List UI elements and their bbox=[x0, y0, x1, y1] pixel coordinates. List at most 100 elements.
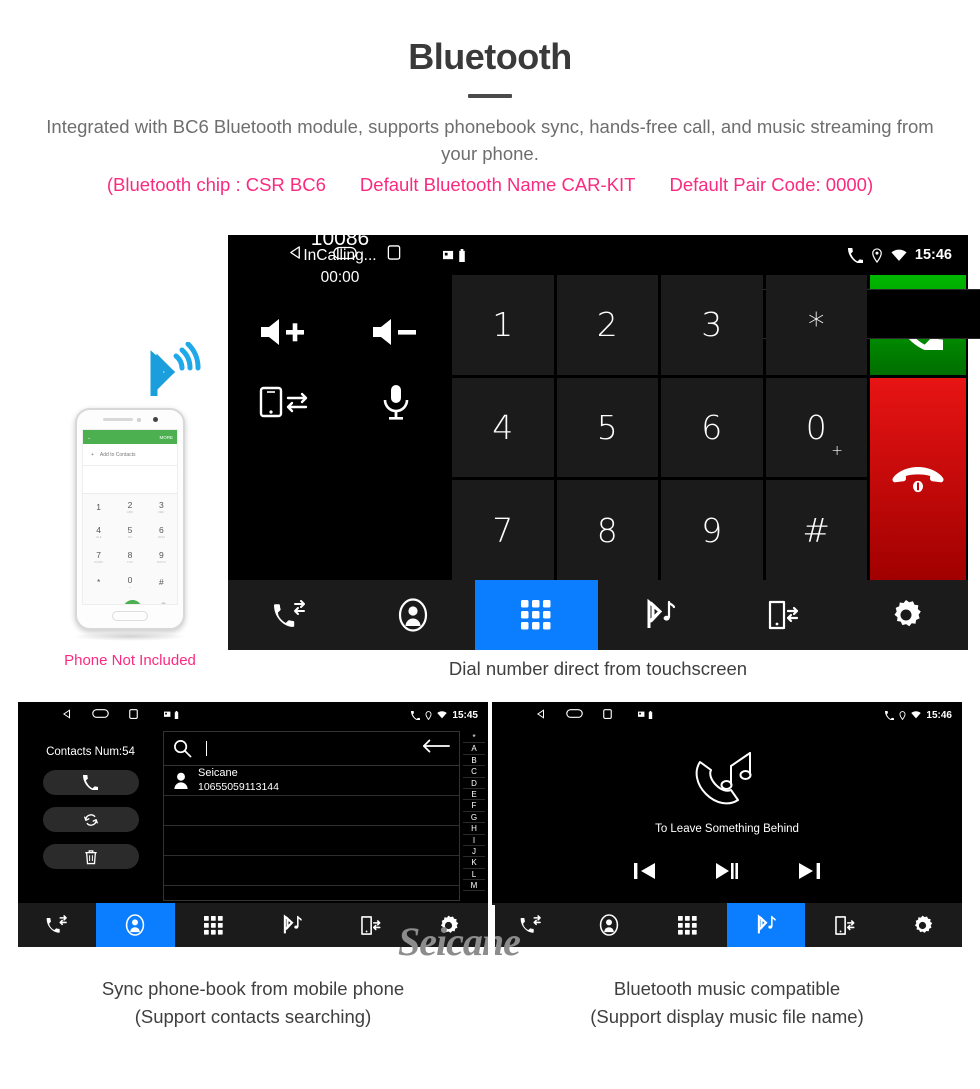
key-label: 4 bbox=[492, 407, 514, 447]
index-letter[interactable]: H bbox=[463, 823, 485, 835]
volume-up-icon[interactable] bbox=[255, 312, 313, 352]
sync-contacts-button[interactable] bbox=[42, 807, 139, 832]
index-letter[interactable]: J bbox=[463, 846, 485, 858]
nav-keypad[interactable] bbox=[175, 903, 253, 947]
nav-contacts[interactable] bbox=[351, 580, 474, 650]
key-5[interactable]: 5 bbox=[556, 377, 658, 478]
nav-bluetooth-music[interactable] bbox=[726, 903, 806, 947]
nav-settings[interactable] bbox=[884, 903, 962, 947]
nav-call-history[interactable] bbox=[228, 580, 351, 650]
index-letter[interactable]: G bbox=[463, 812, 485, 824]
phone-key: 4 GHI bbox=[83, 519, 114, 544]
key-8[interactable]: 8 bbox=[556, 480, 658, 580]
key-3[interactable]: 3 bbox=[661, 275, 763, 375]
phone-add-contact-row: + Add to Contacts bbox=[83, 444, 177, 466]
back-icon[interactable] bbox=[62, 708, 72, 722]
contacts-list-item[interactable]: Seicane 10655059113144 bbox=[164, 766, 459, 796]
nav-contacts[interactable] bbox=[570, 903, 648, 947]
phone-home-area bbox=[77, 605, 183, 627]
microphone-icon[interactable] bbox=[367, 382, 425, 422]
prev-icon[interactable] bbox=[634, 861, 656, 886]
wifi-icon bbox=[911, 711, 922, 719]
back-icon[interactable] bbox=[536, 708, 546, 722]
index-letter[interactable]: K bbox=[463, 857, 485, 869]
key-star[interactable]: * bbox=[765, 275, 867, 375]
contacts-list-item-empty[interactable] bbox=[164, 826, 459, 856]
recents-icon[interactable] bbox=[129, 708, 138, 722]
music-transport-controls[interactable] bbox=[634, 861, 820, 886]
index-letter[interactable]: D bbox=[463, 778, 485, 789]
end-call-button[interactable] bbox=[870, 377, 966, 580]
nav-call-history[interactable] bbox=[18, 903, 96, 947]
key-label: 9 bbox=[701, 510, 723, 550]
nav-phone-sync[interactable] bbox=[331, 903, 409, 947]
music-bottom-nav[interactable] bbox=[492, 903, 962, 947]
sdcard-icon bbox=[638, 711, 645, 717]
contacts-search-row[interactable] bbox=[164, 732, 459, 766]
contact-avatar-icon bbox=[174, 772, 188, 789]
contacts-list-item-empty[interactable] bbox=[164, 796, 459, 826]
index-letter[interactable]: I bbox=[463, 835, 485, 846]
play-pause-icon[interactable] bbox=[716, 861, 738, 886]
contact-number: 10655059113144 bbox=[198, 780, 279, 793]
delete-contacts-button[interactable] bbox=[42, 844, 139, 869]
key-label: 8 bbox=[596, 510, 618, 550]
home-icon[interactable] bbox=[333, 246, 357, 265]
alphabet-index[interactable]: * A B C D E F G H I J K L M bbox=[463, 732, 485, 892]
back-icon[interactable] bbox=[288, 245, 303, 265]
nav-contacts[interactable] bbox=[96, 903, 175, 947]
index-letter[interactable]: C bbox=[463, 766, 485, 778]
key-hash[interactable]: # bbox=[765, 480, 867, 580]
key-7[interactable]: 7 bbox=[452, 480, 554, 580]
contacts-actions: Contacts Num:54 bbox=[18, 728, 163, 903]
contacts-list-item-empty[interactable] bbox=[164, 856, 459, 886]
phone-key-label: 9 bbox=[158, 549, 164, 560]
home-icon[interactable] bbox=[566, 709, 583, 721]
index-letter[interactable]: * bbox=[463, 732, 485, 744]
phone-action-row bbox=[83, 594, 177, 604]
phone-key-sub: ABC bbox=[126, 509, 134, 514]
index-letter[interactable]: M bbox=[463, 880, 485, 892]
key-0[interactable]: 0 + bbox=[765, 377, 867, 478]
key-6[interactable]: 6 bbox=[661, 377, 763, 478]
key-9[interactable]: 9 bbox=[661, 480, 763, 580]
bottom-nav-bar[interactable] bbox=[228, 580, 968, 650]
recents-icon[interactable] bbox=[387, 245, 401, 265]
index-letter[interactable]: B bbox=[463, 755, 485, 767]
contacts-nav-buttons[interactable] bbox=[28, 708, 179, 722]
volume-down-icon[interactable] bbox=[367, 312, 425, 352]
index-letter[interactable]: L bbox=[463, 869, 485, 881]
music-nav-buttons[interactable] bbox=[502, 708, 653, 722]
transfer-audio-icon[interactable] bbox=[255, 382, 313, 422]
nav-phone-sync[interactable] bbox=[805, 903, 883, 947]
key-4[interactable]: 4 bbox=[452, 377, 554, 478]
nav-bluetooth-music[interactable] bbox=[253, 903, 331, 947]
front-camera bbox=[152, 417, 158, 422]
call-contact-button[interactable] bbox=[42, 770, 139, 795]
index-letter[interactable]: F bbox=[463, 800, 485, 812]
nav-phone-sync[interactable] bbox=[721, 580, 844, 650]
nav-call-history[interactable] bbox=[492, 903, 570, 947]
nav-settings[interactable] bbox=[845, 580, 968, 650]
contacts-bottom-nav[interactable] bbox=[18, 903, 488, 947]
phone-more-label: MORE bbox=[159, 434, 174, 440]
index-letter[interactable]: E bbox=[463, 789, 485, 801]
sensor-dot bbox=[136, 417, 141, 422]
phone-key: 1 bbox=[83, 494, 114, 519]
contacts-caption: Sync phone-book from mobile phone (Suppo… bbox=[18, 975, 488, 1031]
recents-icon[interactable] bbox=[603, 708, 612, 722]
index-letter[interactable]: A bbox=[463, 743, 485, 755]
home-icon[interactable] bbox=[92, 709, 109, 721]
next-icon[interactable] bbox=[798, 861, 820, 886]
nav-keypad[interactable] bbox=[474, 580, 598, 650]
key-1[interactable]: 1 bbox=[452, 275, 554, 375]
nav-bluetooth-music[interactable] bbox=[598, 580, 721, 650]
nav-keypad[interactable] bbox=[649, 903, 727, 947]
nav-settings[interactable] bbox=[410, 903, 488, 947]
key-2[interactable]: 2 bbox=[556, 275, 658, 375]
back-arrow-icon[interactable] bbox=[422, 739, 450, 758]
watermark-gap-mask bbox=[488, 905, 495, 965]
contacts-caption-line1: Sync phone-book from mobile phone bbox=[101, 978, 405, 999]
wifi-icon bbox=[437, 711, 448, 719]
android-nav-buttons[interactable] bbox=[242, 245, 466, 265]
